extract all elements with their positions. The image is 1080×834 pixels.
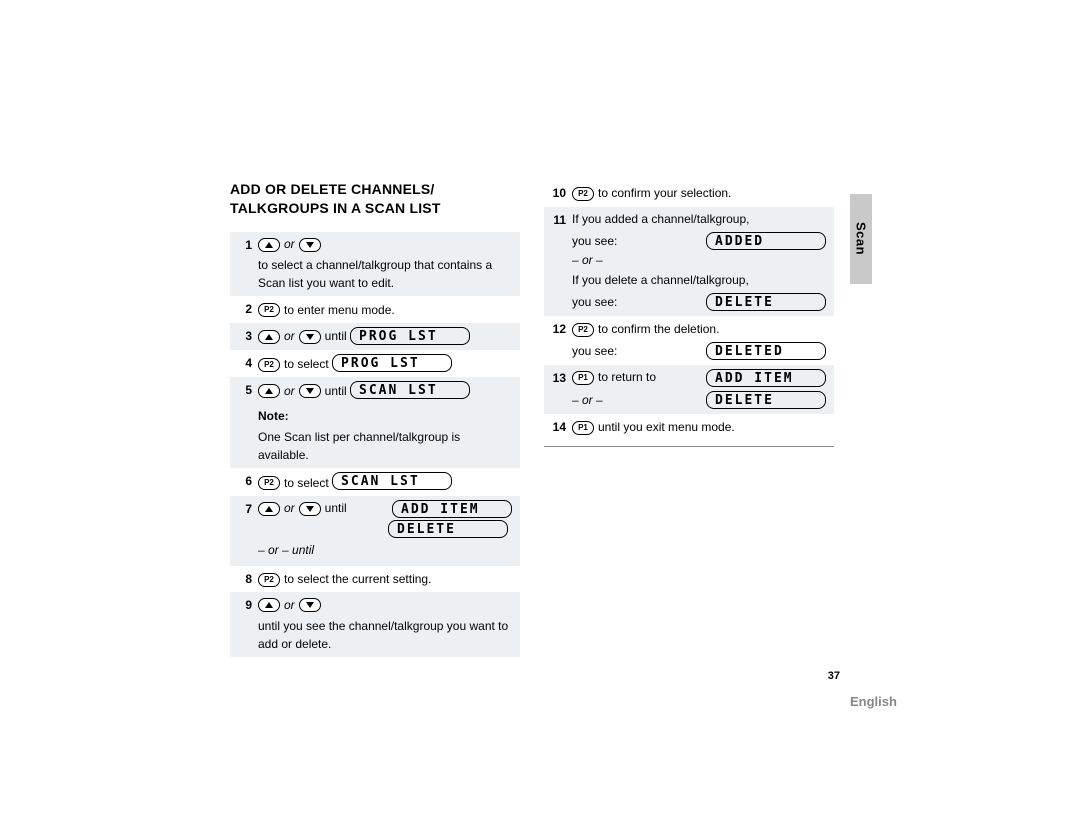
lcd-display: SCAN LST bbox=[332, 472, 452, 490]
step-14: 14 P1 until you exit menu mode. bbox=[544, 414, 834, 441]
step-note: Note: One Scan list per channel/talkgrou… bbox=[230, 404, 520, 468]
right-steps: 10 P2 to confirm your selection. 11 If y… bbox=[544, 180, 834, 447]
p1-button-icon: P1 bbox=[572, 421, 594, 435]
step-10: 10 P2 to confirm your selection. bbox=[544, 180, 834, 207]
lcd-display: ADD ITEM bbox=[392, 500, 512, 518]
lcd-display: ADDED bbox=[706, 232, 826, 250]
lcd-display: DELETE bbox=[706, 293, 826, 311]
lcd-display: ADD ITEM bbox=[706, 369, 826, 387]
step-4: 4 P2 to select PROG LST bbox=[230, 350, 520, 378]
step-6: 6 P2 to select SCAN LST bbox=[230, 468, 520, 496]
down-arrow-icon bbox=[299, 502, 321, 516]
down-arrow-icon bbox=[299, 384, 321, 398]
down-arrow-icon bbox=[299, 238, 321, 252]
step-5: 5 or until SCAN LST bbox=[230, 377, 520, 404]
p2-button-icon: P2 bbox=[572, 187, 594, 201]
up-arrow-icon bbox=[258, 384, 280, 398]
left-column: ADD OR DELETE CHANNELS/ TALKGROUPS IN A … bbox=[230, 180, 520, 657]
step-13: 13 P1 to return to ADD ITEM – or – DELET… bbox=[544, 365, 834, 414]
step-3: 3 or until PROG LST bbox=[230, 323, 520, 350]
p2-button-icon: P2 bbox=[258, 573, 280, 587]
step-7: 7 or until ADD ITEM DELETE – bbox=[230, 496, 520, 566]
up-arrow-icon bbox=[258, 502, 280, 516]
language-label: English bbox=[850, 694, 897, 709]
page-title: ADD OR DELETE CHANNELS/ TALKGROUPS IN A … bbox=[230, 180, 520, 218]
step-2: 2 P2 to enter menu mode. bbox=[230, 296, 520, 323]
lcd-display: PROG LST bbox=[350, 327, 470, 345]
p2-button-icon: P2 bbox=[258, 476, 280, 490]
lcd-display: PROG LST bbox=[332, 354, 452, 372]
down-arrow-icon bbox=[299, 598, 321, 612]
lcd-display: DELETE bbox=[706, 391, 826, 409]
up-arrow-icon bbox=[258, 238, 280, 252]
page-number: 37 bbox=[230, 670, 840, 682]
p2-button-icon: P2 bbox=[572, 323, 594, 337]
down-arrow-icon bbox=[299, 330, 321, 344]
right-column: 10 P2 to confirm your selection. 11 If y… bbox=[544, 180, 834, 657]
left-steps: 1 or to select a channel/talkgroup that … bbox=[230, 232, 520, 657]
p2-button-icon: P2 bbox=[258, 358, 280, 372]
side-tab-scan: Scan bbox=[850, 194, 872, 284]
step-8: 8 P2 to select the current setting. bbox=[230, 566, 520, 593]
lcd-display: DELETE bbox=[388, 520, 508, 538]
up-arrow-icon bbox=[258, 330, 280, 344]
divider bbox=[544, 446, 834, 447]
lcd-display: SCAN LST bbox=[350, 381, 470, 399]
p2-button-icon: P2 bbox=[258, 303, 280, 317]
p1-button-icon: P1 bbox=[572, 371, 594, 385]
lcd-display: DELETED bbox=[706, 342, 826, 360]
step-12: 12 P2 to confirm the deletion. you see: … bbox=[544, 316, 834, 365]
step-9: 9 or until you see the channel/talkgroup… bbox=[230, 592, 520, 656]
up-arrow-icon bbox=[258, 598, 280, 612]
step-11: 11 If you added a channel/talkgroup, you… bbox=[544, 207, 834, 316]
step-1: 1 or to select a channel/talkgroup that … bbox=[230, 232, 520, 296]
